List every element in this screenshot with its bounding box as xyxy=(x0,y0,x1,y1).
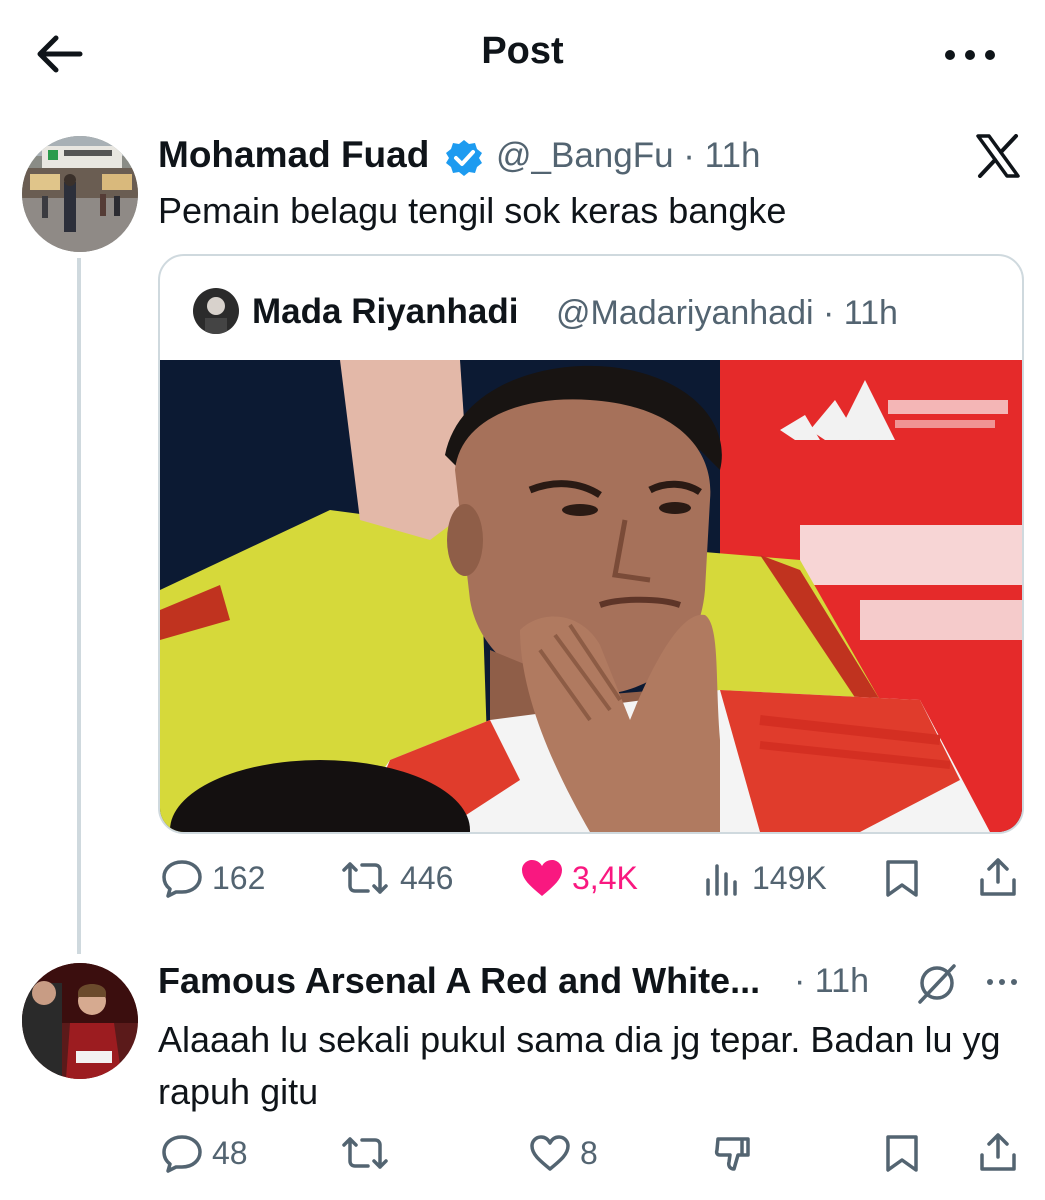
views-count: 149K xyxy=(752,859,827,896)
author-name[interactable]: Mohamad Fuad xyxy=(158,134,429,176)
views-icon xyxy=(706,864,737,896)
quoted-author-handle-time: @Madariyanhadi · 11h xyxy=(556,294,898,332)
reply-text: Alaaah lu sekali pukul sama dia jg tepar… xyxy=(158,1019,1001,1112)
views-button[interactable]: 149K xyxy=(704,858,827,898)
downvote-icon xyxy=(714,1137,750,1171)
like-button[interactable]: 3,4K xyxy=(520,858,638,898)
reply-icon xyxy=(162,1135,202,1173)
reply-repost-button[interactable] xyxy=(338,1133,392,1173)
bookmark-icon xyxy=(886,1135,918,1172)
quoted-post-image[interactable] xyxy=(160,360,1022,832)
reply-reply-count: 48 xyxy=(212,1134,248,1171)
reply-more-button[interactable] xyxy=(984,970,1020,994)
reply-like-button[interactable]: 8 xyxy=(528,1133,598,1173)
reply-button[interactable]: 162 xyxy=(160,858,265,898)
reply-time: · 11h xyxy=(794,962,869,1000)
avatar[interactable] xyxy=(22,136,138,252)
reply-icon xyxy=(162,860,202,898)
repost-button[interactable]: 446 xyxy=(338,858,453,898)
reply-count: 162 xyxy=(212,859,266,896)
downvote-button[interactable] xyxy=(712,1133,756,1173)
bookmark-icon xyxy=(886,860,918,897)
share-icon xyxy=(980,858,1016,896)
reply-like-count: 8 xyxy=(580,1134,598,1171)
share-button[interactable] xyxy=(978,856,1018,898)
repost-icon xyxy=(342,1137,388,1169)
like-icon xyxy=(530,1135,570,1171)
repost-count: 446 xyxy=(400,859,454,896)
page-title: Post xyxy=(481,30,564,72)
quoted-avatar xyxy=(193,288,239,334)
grok-icon[interactable] xyxy=(914,960,960,1006)
verified-badge-icon xyxy=(444,138,484,178)
author-handle-time: @_BangFu · 11h xyxy=(496,136,761,175)
like-count: 3,4K xyxy=(572,859,638,896)
quoted-author-name: Mada Riyanhadi xyxy=(252,292,519,331)
reply-reply-button[interactable]: 48 xyxy=(160,1133,248,1173)
repost-icon xyxy=(342,862,388,894)
reply-share-button[interactable] xyxy=(978,1131,1018,1173)
post-text: Pemain belagu tengil sok keras bangke xyxy=(158,190,787,231)
more-icon xyxy=(945,50,995,60)
bookmark-button[interactable] xyxy=(884,858,920,898)
like-icon xyxy=(522,860,562,896)
more-icon xyxy=(987,979,1017,985)
reply-author-name[interactable]: Famous Arsenal A Red and White... xyxy=(158,960,760,1002)
thread-connector xyxy=(77,258,81,954)
reply-avatar[interactable] xyxy=(22,963,138,1079)
x-logo-icon xyxy=(974,134,1022,178)
more-options-button[interactable] xyxy=(940,40,1000,70)
share-icon xyxy=(980,1133,1016,1171)
reply-bookmark-button[interactable] xyxy=(884,1133,920,1173)
